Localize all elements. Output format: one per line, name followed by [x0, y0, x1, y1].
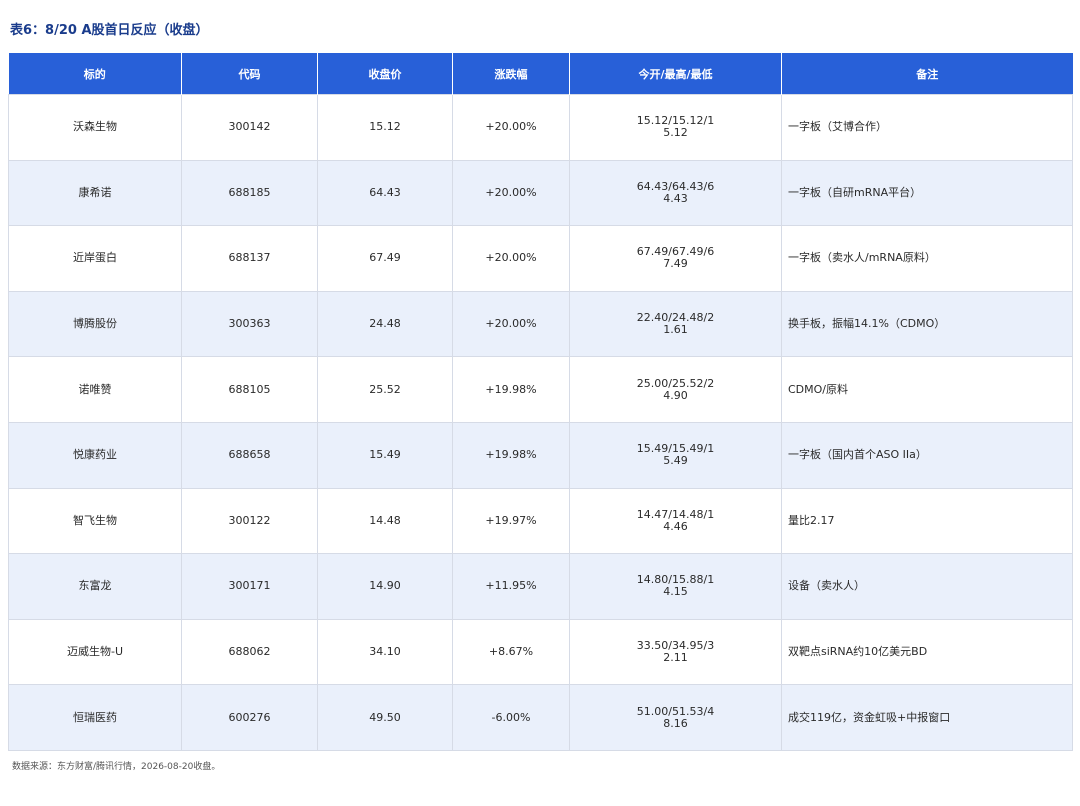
cell-close: 34.10 — [317, 618, 453, 686]
ohl-value: 15.12/15.12/15.12 — [636, 114, 715, 140]
cell-change: +20.00% — [452, 290, 570, 358]
cell-name: 恒瑞医药 — [8, 684, 182, 751]
cell-name: 近岸蛋白 — [8, 225, 182, 292]
cell-change: -6.00% — [452, 684, 570, 751]
cell-change: +20.00% — [452, 94, 570, 161]
table-row: 近岸蛋白 688137 67.49 +20.00% 67.49/67.49/67… — [8, 225, 1073, 292]
cell-close: 67.49 — [317, 225, 453, 292]
ohl-value: 15.49/15.49/15.49 — [636, 442, 715, 468]
cell-ohl: 14.47/14.48/14.46 — [569, 487, 782, 555]
cell-ohl: 15.12/15.12/15.12 — [569, 94, 782, 161]
cell-close: 25.52 — [317, 356, 453, 423]
cell-close: 24.48 — [317, 290, 453, 358]
table-row: 悦康药业 688658 15.49 +19.98% 15.49/15.49/15… — [8, 421, 1073, 489]
table-row: 诺唯赞 688105 25.52 +19.98% 25.00/25.52/24.… — [8, 356, 1073, 423]
cell-name: 诺唯赞 — [8, 356, 182, 423]
cell-note: 量比2.17 — [781, 487, 1073, 555]
header-change: 涨跌幅 — [452, 53, 570, 95]
cell-code: 300142 — [181, 94, 318, 161]
ohl-value: 64.43/64.43/64.43 — [636, 179, 715, 205]
cell-close: 49.50 — [317, 684, 453, 751]
cell-name: 东富龙 — [8, 553, 182, 620]
table-row: 恒瑞医药 600276 49.50 -6.00% 51.00/51.53/48.… — [8, 684, 1073, 751]
cell-code: 688185 — [181, 159, 318, 227]
cell-code: 688137 — [181, 225, 318, 292]
cell-change: +20.00% — [452, 159, 570, 227]
table-container: 标的 代码 收盘价 涨跌幅 今开/最高/最低 备注 沃森生物 300142 15… — [8, 53, 1073, 751]
cell-code: 688062 — [181, 618, 318, 686]
table-row: 康希诺 688185 64.43 +20.00% 64.43/64.43/64.… — [8, 159, 1073, 227]
cell-ohl: 67.49/67.49/67.49 — [569, 225, 782, 292]
cell-change: +20.00% — [452, 225, 570, 292]
cell-change: +19.98% — [452, 421, 570, 489]
cell-note: 换手板，振幅14.1%（CDMO） — [781, 290, 1073, 358]
cell-close: 14.90 — [317, 553, 453, 620]
cell-name: 悦康药业 — [8, 421, 182, 489]
cell-code: 300122 — [181, 487, 318, 555]
table-row: 迈威生物-U 688062 34.10 +8.67% 33.50/34.95/3… — [8, 618, 1073, 686]
cell-change: +19.97% — [452, 487, 570, 555]
ohl-value: 25.00/25.52/24.90 — [636, 376, 715, 402]
header-name: 标的 — [8, 53, 182, 95]
cell-change: +11.95% — [452, 553, 570, 620]
cell-close: 15.49 — [317, 421, 453, 489]
cell-name: 沃森生物 — [8, 94, 182, 161]
cell-note: 一字板（自研mRNA平台） — [781, 159, 1073, 227]
cell-code: 600276 — [181, 684, 318, 751]
cell-note: 设备（卖水人） — [781, 553, 1073, 620]
cell-ohl: 33.50/34.95/32.11 — [569, 618, 782, 686]
cell-note: 双靶点siRNA约10亿美元BD — [781, 618, 1073, 686]
cell-code: 688105 — [181, 356, 318, 423]
stock-reaction-table: 标的 代码 收盘价 涨跌幅 今开/最高/最低 备注 沃森生物 300142 15… — [8, 53, 1073, 751]
cell-code: 688658 — [181, 421, 318, 489]
cell-note: 一字板（卖水人/mRNA原料） — [781, 225, 1073, 292]
cell-ohl: 64.43/64.43/64.43 — [569, 159, 782, 227]
table-row: 沃森生物 300142 15.12 +20.00% 15.12/15.12/15… — [8, 94, 1073, 161]
data-source-footnote: 数据来源：东方财富/腾讯行情，2026-08-20收盘。 — [12, 762, 221, 772]
ohl-value: 51.00/51.53/48.16 — [636, 704, 715, 730]
cell-note: 一字板（艾博合作） — [781, 94, 1073, 161]
ohl-value: 14.47/14.48/14.46 — [636, 507, 715, 533]
cell-close: 64.43 — [317, 159, 453, 227]
cell-name: 迈威生物-U — [8, 618, 182, 686]
table-row: 智飞生物 300122 14.48 +19.97% 14.47/14.48/14… — [8, 487, 1073, 555]
cell-name: 康希诺 — [8, 159, 182, 227]
table-title: 表6：8/20 A股首日反应（收盘） — [10, 23, 209, 38]
cell-ohl: 25.00/25.52/24.90 — [569, 356, 782, 423]
header-note: 备注 — [781, 53, 1073, 95]
cell-name: 博腾股份 — [8, 290, 182, 358]
cell-change: +19.98% — [452, 356, 570, 423]
cell-change: +8.67% — [452, 618, 570, 686]
cell-ohl: 14.80/15.88/14.15 — [569, 553, 782, 620]
header-close: 收盘价 — [317, 53, 453, 95]
ohl-value: 14.80/15.88/14.15 — [636, 573, 715, 599]
cell-code: 300363 — [181, 290, 318, 358]
cell-note: 成交119亿，资金虹吸+中报窗口 — [781, 684, 1073, 751]
table-row: 博腾股份 300363 24.48 +20.00% 22.40/24.48/21… — [8, 290, 1073, 358]
cell-close: 14.48 — [317, 487, 453, 555]
header-ohl: 今开/最高/最低 — [569, 53, 782, 95]
ohl-value: 67.49/67.49/67.49 — [636, 245, 715, 271]
cell-note: CDMO/原料 — [781, 356, 1073, 423]
table-header: 标的 代码 收盘价 涨跌幅 今开/最高/最低 备注 — [8, 53, 1073, 95]
table-body: 沃森生物 300142 15.12 +20.00% 15.12/15.12/15… — [8, 94, 1073, 751]
ohl-value: 33.50/34.95/32.11 — [636, 639, 715, 665]
table-row: 东富龙 300171 14.90 +11.95% 14.80/15.88/14.… — [8, 553, 1073, 620]
cell-name: 智飞生物 — [8, 487, 182, 555]
cell-close: 15.12 — [317, 94, 453, 161]
header-code: 代码 — [181, 53, 318, 95]
cell-ohl: 15.49/15.49/15.49 — [569, 421, 782, 489]
cell-ohl: 22.40/24.48/21.61 — [569, 290, 782, 358]
ohl-value: 22.40/24.48/21.61 — [636, 311, 715, 337]
cell-ohl: 51.00/51.53/48.16 — [569, 684, 782, 751]
cell-code: 300171 — [181, 553, 318, 620]
header-row: 标的 代码 收盘价 涨跌幅 今开/最高/最低 备注 — [8, 53, 1073, 95]
cell-note: 一字板（国内首个ASO IIa） — [781, 421, 1073, 489]
